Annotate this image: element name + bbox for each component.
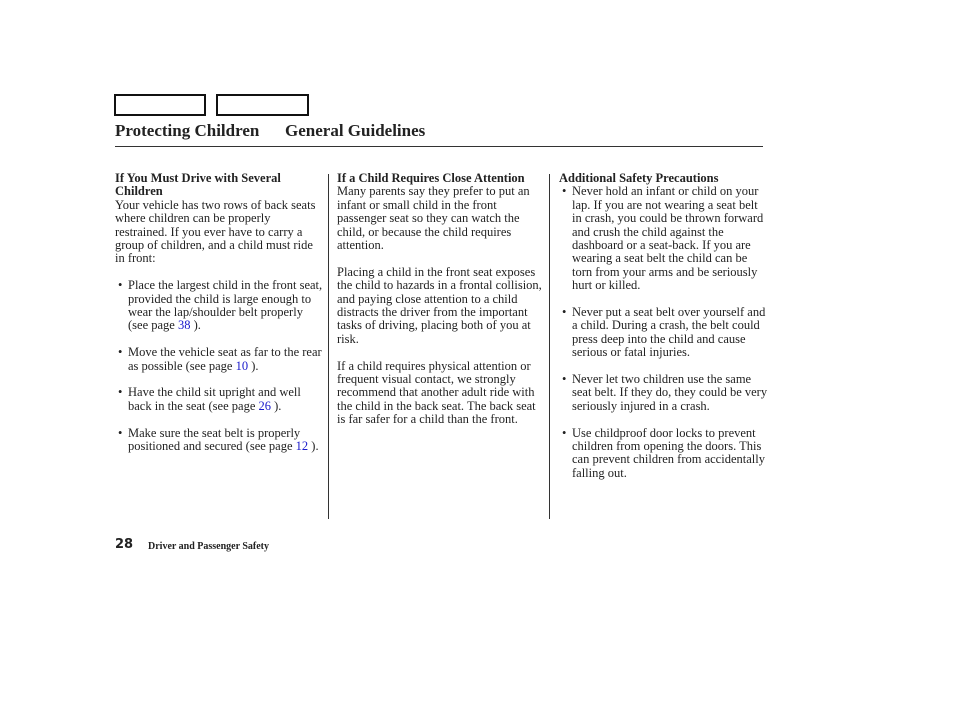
bullet-icon: •: [118, 278, 123, 293]
list-item: • Never let two children use the same se…: [562, 372, 768, 413]
column-safety-precautions: Additional Safety Precautions • Never ho…: [559, 171, 769, 480]
bullet-icon: •: [118, 425, 123, 440]
list-item: • Never hold an infant or child on your …: [562, 184, 764, 293]
intro-paragraph: Your vehicle has two rows of back seats …: [115, 197, 316, 266]
column-heading: Additional Safety Precautions: [559, 171, 719, 185]
list-item: • Move the vehicle seat as far to the re…: [118, 345, 322, 373]
bullet-icon: •: [118, 345, 123, 360]
topic-title: General Guidelines: [285, 121, 426, 140]
column-heading: If a Child Requires Close Attention: [337, 171, 525, 185]
list-item: • Never put a seat belt over yourself an…: [562, 305, 766, 360]
list-item: • Make sure the seat belt is properly po…: [118, 425, 319, 454]
column-divider: [549, 174, 550, 519]
section-title: Protecting Children: [115, 121, 260, 140]
list-item: • Place the largest child in the front s…: [118, 278, 323, 333]
nav-button-next[interactable]: [216, 94, 309, 116]
page-link[interactable]: 10: [236, 359, 249, 373]
list-item: • Use childproof door locks to prevent c…: [562, 425, 765, 480]
page-link[interactable]: 26: [259, 399, 272, 413]
paragraph: Placing a child in the front seat expose…: [337, 264, 542, 346]
page-number: 28: [115, 537, 134, 552]
bullet-icon: •: [562, 305, 567, 320]
paragraph: Many parents say they prefer to put an i…: [337, 184, 530, 253]
bullet-icon: •: [562, 184, 567, 199]
chapter-title: Driver and Passenger Safety: [148, 541, 270, 552]
header-rule: [115, 146, 763, 147]
bullet-icon: •: [118, 385, 123, 400]
page-link[interactable]: 12: [296, 439, 309, 453]
page-link[interactable]: 38: [178, 318, 191, 332]
column-close-attention: If a Child Requires Close Attention Many…: [337, 171, 547, 427]
column-divider: [328, 174, 329, 519]
column-heading: If You Must Drive with Several Children: [115, 171, 281, 199]
bullet-icon: •: [562, 425, 567, 440]
paragraph: If a child requires physical attention o…: [337, 358, 536, 427]
nav-button-previous[interactable]: [114, 94, 206, 116]
column-several-children: If You Must Drive with Several Children …: [115, 171, 325, 454]
list-item: • Have the child sit upright and well ba…: [118, 385, 301, 413]
bullet-icon: •: [562, 372, 567, 387]
